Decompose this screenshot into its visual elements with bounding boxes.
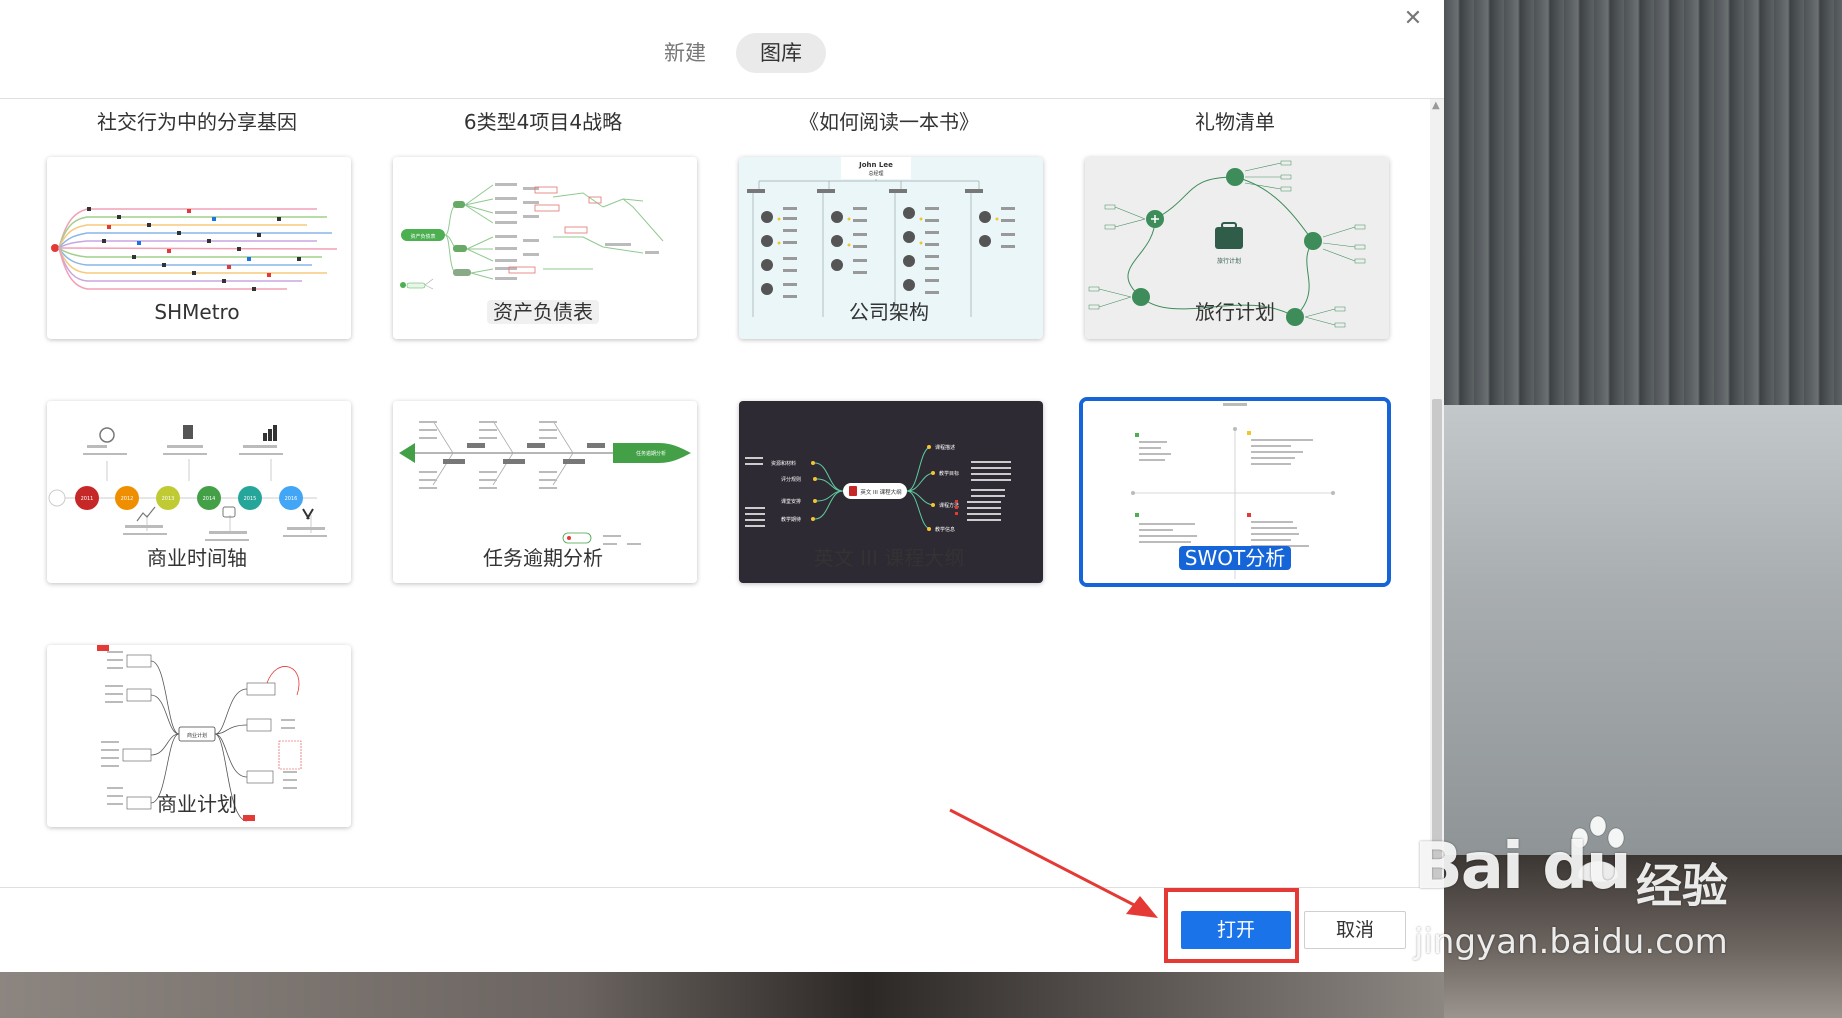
background-strip bbox=[0, 972, 1444, 1018]
course-left-topic: 资源和材料 bbox=[771, 460, 796, 467]
timeline-year: 2015 bbox=[244, 496, 257, 502]
template-label[interactable]: 礼物清单 bbox=[1082, 106, 1388, 135]
course-right-topic: 教学目标 bbox=[939, 470, 959, 477]
timeline-year: 2011 bbox=[81, 496, 94, 502]
course-left-topic: 评分规则 bbox=[781, 476, 801, 483]
template-label[interactable]: 资产负债表 bbox=[390, 297, 696, 327]
org-ceo-name: John Lee bbox=[858, 161, 893, 169]
gallery-scrollbar[interactable]: ▲ bbox=[1430, 99, 1444, 887]
template-label[interactable]: 公司架构 bbox=[736, 297, 1042, 327]
scroll-up-icon[interactable]: ▲ bbox=[1432, 101, 1440, 111]
template-label[interactable]: 商业计划 bbox=[44, 789, 350, 819]
template-label[interactable]: 社交行为中的分享基因 bbox=[44, 106, 350, 135]
template-grid: 社交行为中的分享基因 6类型4项目4战略 《如何阅读一本书》 礼物清单 SHMe… bbox=[0, 99, 1430, 887]
template-label[interactable]: SWOT分析 bbox=[1082, 543, 1388, 573]
course-right-topic: 教学信息 bbox=[935, 526, 955, 533]
timeline-year: 2013 bbox=[162, 496, 175, 502]
task-head-text: 任务逾期分析 bbox=[636, 450, 666, 457]
watermark-url: jingyan.baidu.com bbox=[1414, 922, 1728, 962]
template-label[interactable]: SHMetro bbox=[44, 297, 350, 327]
close-icon[interactable]: ✕ bbox=[1400, 5, 1426, 31]
course-center-text: 英文 III 课程大纲 bbox=[860, 488, 902, 496]
travel-center-text: 旅行计划 bbox=[1217, 257, 1241, 265]
template-label[interactable]: 6类型4项目4战略 bbox=[390, 106, 696, 135]
cancel-button[interactable]: 取消 bbox=[1304, 911, 1406, 949]
template-label[interactable]: 商业时间轴 bbox=[44, 543, 350, 573]
template-label[interactable]: 旅行计划 bbox=[1082, 297, 1388, 327]
org-ceo-title: 总经理 bbox=[868, 170, 883, 177]
dialog-tabs: 新建 图库 bbox=[640, 33, 826, 73]
course-left-topic: 教学期待 bbox=[781, 516, 801, 523]
watermark-logo: Bai du bbox=[1414, 830, 1632, 904]
watermark-jingyan: 经验 bbox=[1636, 859, 1728, 913]
timeline-year: 2016 bbox=[285, 496, 298, 502]
annotation-highlight-box bbox=[1164, 888, 1299, 963]
course-left-topic: 课堂安排 bbox=[781, 498, 801, 505]
scrollbar-thumb[interactable] bbox=[1432, 399, 1442, 879]
balance-root-text: 资产负债表 bbox=[410, 233, 435, 240]
course-right-topic: 课程描述 bbox=[935, 444, 955, 451]
background-shutter bbox=[1444, 0, 1842, 405]
tab-gallery[interactable]: 图库 bbox=[736, 33, 826, 73]
timeline-year: 2014 bbox=[203, 496, 216, 502]
biz-center-text: 商业计划 bbox=[187, 732, 207, 739]
annotation-arrow-icon bbox=[949, 808, 1158, 918]
timeline-year: 2012 bbox=[121, 496, 134, 502]
template-gallery-dialog: ✕ 新建 图库 社交行为中的分享基因 6类型4项目4战略 《如何阅读一本书》 礼… bbox=[0, 0, 1444, 972]
template-label[interactable]: 英文 III 课程大纲 bbox=[736, 543, 1042, 573]
baidu-watermark: Bai du 经验 jingyan.baidu.com bbox=[1408, 810, 1842, 980]
template-label[interactable]: 任务逾期分析 bbox=[390, 543, 696, 573]
template-label[interactable]: 《如何阅读一本书》 bbox=[736, 106, 1042, 135]
tab-new[interactable]: 新建 bbox=[640, 33, 730, 73]
background-wall bbox=[1444, 405, 1842, 855]
